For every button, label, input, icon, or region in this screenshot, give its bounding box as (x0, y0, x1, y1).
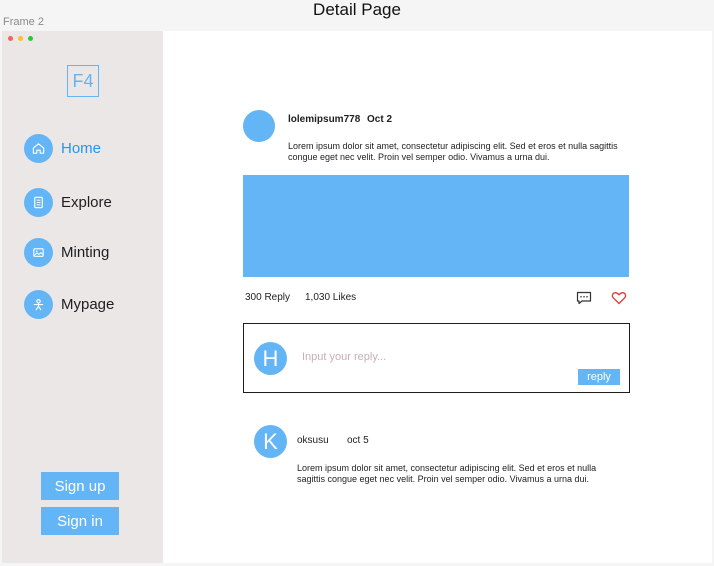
like-count[interactable]: 1,030 Likes (305, 292, 356, 303)
page-title: Detail Page (313, 0, 401, 19)
reply-input[interactable] (302, 349, 552, 365)
person-icon (24, 289, 53, 319)
sidebar-item-mypage[interactable]: Mypage (24, 289, 114, 319)
image-icon (24, 237, 53, 267)
sidebar-item-label: Explore (61, 193, 112, 211)
sidebar-item-explore[interactable]: Explore (24, 187, 112, 217)
comment-author[interactable]: oksusu (297, 435, 329, 446)
post-date: Oct 2 (367, 114, 393, 125)
home-icon (24, 133, 53, 163)
comment-icon[interactable] (575, 290, 593, 306)
comment-body: Lorem ipsum dolor sit amet, consectetur … (297, 463, 597, 484)
maximize-dot[interactable] (28, 36, 33, 41)
comment-avatar[interactable]: K (254, 425, 287, 458)
post-body: Lorem ipsum dolor sit amet, consectetur … (288, 141, 618, 162)
post-author[interactable]: lolemipsum778 (288, 114, 360, 125)
sidebar: F4 Home Explore Minting Mypage Sign up S… (2, 31, 163, 563)
document-icon (24, 187, 53, 217)
logo[interactable]: F4 (67, 65, 99, 97)
reply-count[interactable]: 300 Reply (245, 292, 290, 303)
sidebar-item-label: Home (61, 139, 102, 157)
app-window: F4 Home Explore Minting Mypage Sign up S… (2, 31, 712, 563)
sidebar-item-label: Mypage (61, 295, 115, 313)
close-dot[interactable] (8, 36, 13, 41)
minimize-dot[interactable] (18, 36, 23, 41)
sign-up-button[interactable]: Sign up (41, 472, 119, 500)
sidebar-item-home[interactable]: Home (24, 133, 101, 163)
window-controls (8, 36, 33, 41)
reply-form: H reply (243, 323, 630, 393)
sidebar-item-label: Minting (61, 243, 110, 261)
post-image (243, 175, 629, 277)
sign-in-button[interactable]: Sign in (41, 507, 119, 535)
reply-button[interactable]: reply (578, 369, 620, 385)
sidebar-item-minting[interactable]: Minting (24, 237, 109, 267)
heart-icon[interactable] (610, 290, 628, 306)
comment-date: oct 5 (347, 435, 369, 446)
reply-avatar: H (254, 342, 287, 375)
post-author-avatar[interactable] (243, 110, 275, 142)
